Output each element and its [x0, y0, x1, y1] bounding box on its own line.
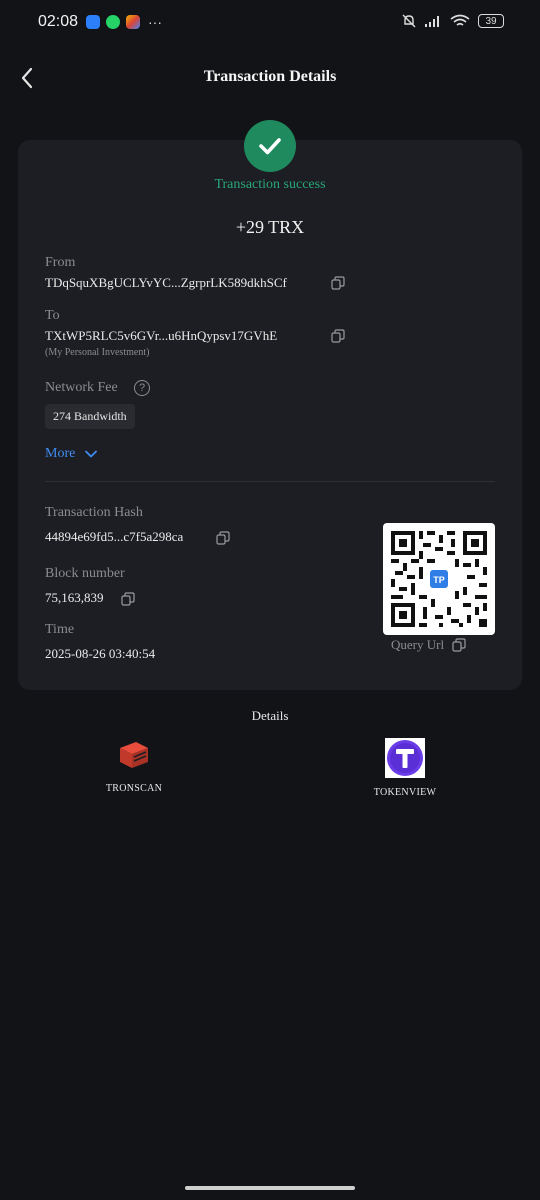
time-label: Time: [45, 622, 75, 637]
block-number-value[interactable]: 75,163,839: [45, 590, 104, 606]
details-heading: Details: [251, 708, 289, 723]
to-address-note: (My Personal Investment): [45, 347, 150, 358]
whatsapp-icon: [106, 15, 120, 29]
tokenview-icon: [385, 738, 425, 778]
tokenview-label: TOKENVIEW: [373, 787, 437, 798]
tronscan-link[interactable]: TRONSCAN: [74, 738, 194, 794]
qr-badge: TP: [433, 575, 445, 585]
from-label: From: [45, 255, 76, 270]
system-icons: 39: [402, 14, 504, 28]
to-label: To: [45, 308, 60, 323]
copy-query-url-icon: [452, 638, 466, 652]
wifi-icon: [450, 14, 470, 26]
transaction-status: Transaction success: [214, 177, 326, 192]
transaction-hash-label: Transaction Hash: [45, 505, 143, 520]
tronscan-icon: [120, 742, 148, 768]
chevron-down-icon: [85, 450, 98, 458]
app-header: Transaction Details: [0, 56, 540, 100]
battery-icon: 39: [478, 14, 504, 28]
network-fee-label: Network Fee: [45, 380, 118, 395]
mute-icon: [402, 14, 416, 28]
from-address[interactable]: TDqSquXBgUCLYvYC...ZgrprLK589dkhSCf: [45, 275, 287, 291]
copy-block-icon[interactable]: [121, 592, 135, 606]
app-notification-icon: [126, 15, 140, 29]
success-check-icon: [244, 120, 296, 172]
transaction-card: Transaction success +29 TRX From TDqSquX…: [18, 120, 522, 690]
page-title: Transaction Details: [203, 68, 337, 85]
query-url-button[interactable]: Query Url: [391, 637, 466, 653]
transaction-hash-value[interactable]: 44894e69fd5...c7f5a298ca: [45, 529, 183, 545]
block-number-label: Block number: [45, 566, 125, 581]
to-address[interactable]: TXtWP5RLC5v6GVr...u6HnQypsv17GVhE: [45, 328, 277, 344]
signal-icon: [425, 16, 439, 27]
home-indicator[interactable]: [185, 1186, 355, 1190]
divider: [45, 481, 495, 482]
tronscan-label: TRONSCAN: [105, 783, 163, 794]
network-fee-value: 274 Bandwidth: [45, 404, 135, 429]
messenger-icon: [86, 15, 100, 29]
status-time: 02:08: [38, 13, 79, 30]
time-value: 2025-08-26 03:40:54: [45, 646, 156, 661]
copy-from-icon[interactable]: [331, 276, 345, 290]
qr-code[interactable]: TP: [383, 523, 495, 635]
more-notifications-icon: ···: [148, 14, 162, 30]
more-label: More: [45, 446, 76, 461]
transaction-amount: +29 TRX: [235, 217, 305, 237]
copy-hash-icon[interactable]: [216, 531, 230, 545]
more-button[interactable]: More: [45, 446, 98, 462]
help-icon[interactable]: ?: [134, 380, 150, 396]
status-bar: 02:08 ··· 39: [0, 0, 540, 48]
query-url-label: Query Url: [391, 637, 445, 652]
notification-icons: ···: [86, 15, 162, 29]
tokenview-link[interactable]: TOKENVIEW: [345, 738, 465, 798]
copy-to-icon[interactable]: [331, 329, 345, 343]
